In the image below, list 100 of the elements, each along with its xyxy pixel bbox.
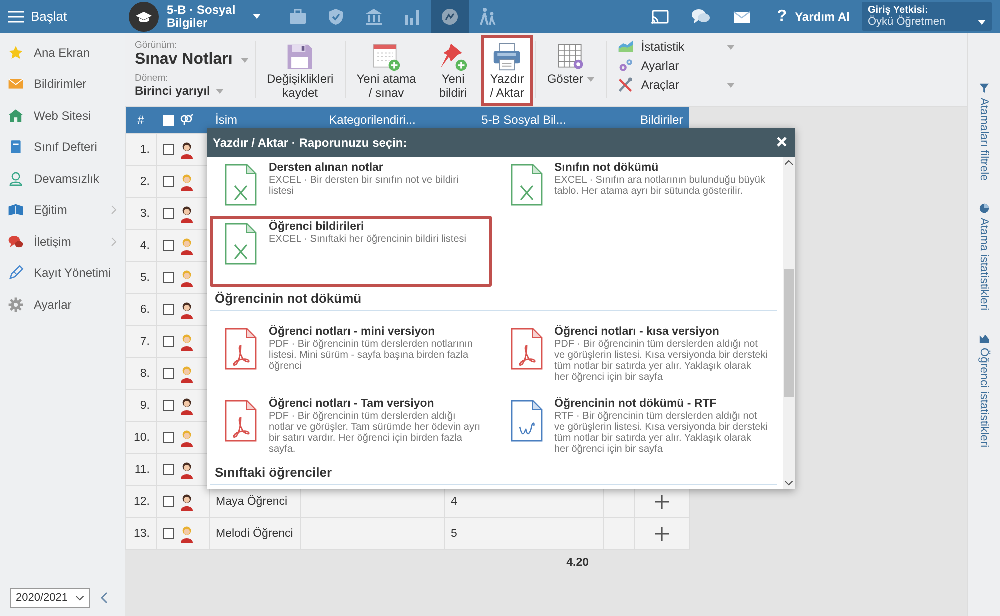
view-label: Görünüm: <box>135 40 178 51</box>
pdf-file-icon <box>510 328 542 370</box>
term-select[interactable]: Birinci yarıyıl <box>135 84 210 98</box>
sidebar-item[interactable]: Bildirimler <box>0 68 125 100</box>
gears-icon <box>617 58 636 74</box>
toolbar-menu-item[interactable]: Araçlar <box>617 77 736 93</box>
pen-icon <box>8 265 24 282</box>
chat-icon <box>8 234 24 250</box>
row-number: 1. <box>126 134 156 166</box>
chevron-down-icon <box>76 596 84 600</box>
scroll-down-icon[interactable] <box>785 481 793 486</box>
caret-icon <box>240 58 249 62</box>
tools-icon <box>617 77 636 93</box>
section-heading: Sınıftaki öğrenciler <box>210 461 777 485</box>
notebook-icon <box>8 139 24 156</box>
toolbar-button[interactable]: Yeni atama / sınav <box>348 35 426 106</box>
row-checkbox[interactable] <box>163 304 174 315</box>
row-checkbox[interactable] <box>163 496 174 507</box>
student-name: Melodi Öğrenci <box>216 528 294 540</box>
row-checkbox[interactable] <box>163 240 174 251</box>
report-option[interactable]: Dersten alınan notlar EXCEL · Bir dersten bir sınıfın not ve bildiri listesi <box>210 157 492 212</box>
bank-icon <box>364 6 384 26</box>
pdf-file-icon <box>225 328 257 370</box>
area-chart-icon <box>617 39 636 55</box>
add-icon[interactable] <box>654 494 669 508</box>
toolbar-button[interactable]: Yeni bildiri <box>429 35 478 106</box>
report-option[interactable]: Öğrenci notları - mini versiyon PDF · Bir öğrencinin tüm derslerden notlarının listesi. Mini sürüm - sayfa başına birden fazla öğrenci <box>210 321 492 389</box>
row-number: 2. <box>126 166 156 198</box>
close-icon[interactable] <box>777 136 789 148</box>
row-number: 3. <box>126 198 156 230</box>
sidebar-item[interactable]: Ayarlar <box>0 289 125 320</box>
scroll-up-icon[interactable] <box>785 160 793 165</box>
chart-icon <box>978 332 990 344</box>
graduation-cap-icon[interactable] <box>129 2 159 32</box>
sidebar-item[interactable]: Ana Ekran <box>0 37 125 68</box>
report-option[interactable]: Öğrencinin not dökümü - RTF RTF · Bir öğrencinin tüm derslerden aldığı not ve görüşlerin listesi. Kısa versiyonda bir dersteki tüm notlar bir satırda yer alır. Yaklaşık olarak her öğrenci için bir sayfa <box>496 393 777 461</box>
row-checkbox[interactable] <box>163 336 174 347</box>
row-checkbox[interactable] <box>163 432 174 443</box>
help-mark[interactable]: ? <box>777 8 788 26</box>
side-tab[interactable]: Atamaları filtrele <box>978 83 990 182</box>
row-number: 4. <box>126 230 156 262</box>
rtf-file-icon <box>510 400 542 442</box>
calendar-icon <box>371 42 402 72</box>
year-select[interactable]: 2020/2021 <box>10 588 90 608</box>
select-all-checkbox[interactable] <box>162 114 174 126</box>
toolbar-menu-item[interactable]: İstatistik <box>617 39 736 55</box>
column-header: # <box>126 107 156 134</box>
start-label[interactable]: Başlat <box>31 9 68 24</box>
section-heading: Öğrencinin not dökümü <box>210 287 777 311</box>
printer-icon <box>492 42 522 72</box>
class-title[interactable]: 5-B · Sosyal Bilgiler <box>167 4 247 30</box>
row-checkbox[interactable] <box>163 176 174 187</box>
sidebar-item[interactable]: Web Sitesi <box>0 100 125 132</box>
view-select[interactable]: Sınav Notları <box>135 51 233 69</box>
nav-button[interactable] <box>431 0 469 33</box>
student-name: Maya Öğrenci <box>216 496 288 508</box>
add-icon[interactable] <box>654 526 669 540</box>
row-number: 5. <box>126 262 156 294</box>
menu-icon[interactable] <box>8 10 24 22</box>
row-number: 8. <box>126 358 156 390</box>
chart-badge-icon <box>440 6 460 26</box>
side-tab[interactable]: Atama istatistikleri <box>978 203 990 311</box>
person-icon <box>8 170 24 187</box>
row-checkbox[interactable] <box>163 368 174 379</box>
row-checkbox[interactable] <box>163 400 174 411</box>
row-checkbox[interactable] <box>163 272 174 283</box>
row-number: 11. <box>126 454 156 486</box>
toolbar-menu-item[interactable]: Ayarlar <box>617 58 736 74</box>
sidebar-item[interactable]: Kayıt Yönetimi <box>0 258 125 289</box>
sidebar-item[interactable]: Sınıf Defteri <box>0 132 125 163</box>
report-option[interactable]: Öğrenci notları - kısa versiyon PDF · Bir öğrencinin tüm derslerden aldığı not ve görüşlerin listesi. Kısa versiyonda bir dersteki tüm notlar bir satırda yer alır. Yaklaşık olarak her öğrenci için bir sayfa <box>496 321 777 389</box>
book-icon <box>8 202 24 218</box>
sidebar-item[interactable]: İletişim <box>0 226 125 258</box>
gender-icon <box>180 114 194 126</box>
row-number: 10. <box>126 422 156 454</box>
row-checkbox[interactable] <box>163 528 174 539</box>
report-option[interactable]: Öğrenci bildirileri EXCEL · Sınıftaki her öğrencinin bildiri listesi <box>210 216 492 287</box>
chat-icon[interactable] <box>691 6 712 26</box>
report-option[interactable]: Sınıfın not dökümü EXCEL · Sınıfın ara notlarının bulunduğu büyük tablo. Her atama ayrı bir sütunda gösterilir. <box>496 157 777 212</box>
side-tab[interactable]: Öğrenci istatistikleri <box>978 332 990 448</box>
toolbar-button[interactable]: Değişiklikleri kaydet <box>258 35 343 106</box>
shield-icon <box>326 6 346 26</box>
row-checkbox[interactable] <box>163 208 174 219</box>
excel-file-icon <box>510 164 542 206</box>
sidebar-item[interactable]: Eğitim <box>0 194 125 226</box>
row-checkbox[interactable] <box>163 144 174 155</box>
login-box[interactable]: Giriş Yetkisi: Öykü Öğretmen <box>862 2 992 31</box>
sidebar-item[interactable]: Devamsızlık <box>0 163 125 194</box>
briefcase-icon <box>288 6 308 26</box>
report-option[interactable]: Öğrenci notları - Tam versiyon PDF · Bir öğrencinin tüm derslerden aldığı notlar ve görüşler. Tam sürümde her ödevin ayrı bir satırı vardır. Her öğrenci için birden fazla sayfa. <box>210 393 492 461</box>
scrollbar[interactable] <box>783 157 795 489</box>
walking-people-icon <box>478 6 498 26</box>
toolbar-button[interactable]: Yazdır / Aktar <box>481 35 534 106</box>
help-link[interactable]: Yardım Al <box>795 10 850 24</box>
row-checkbox[interactable] <box>163 464 174 475</box>
collapse-icon[interactable] <box>100 592 108 604</box>
toolbar-button[interactable]: Göster <box>538 35 604 106</box>
pie-chart-icon <box>978 203 990 214</box>
term-label: Dönem: <box>135 73 170 84</box>
star-icon <box>8 44 24 61</box>
